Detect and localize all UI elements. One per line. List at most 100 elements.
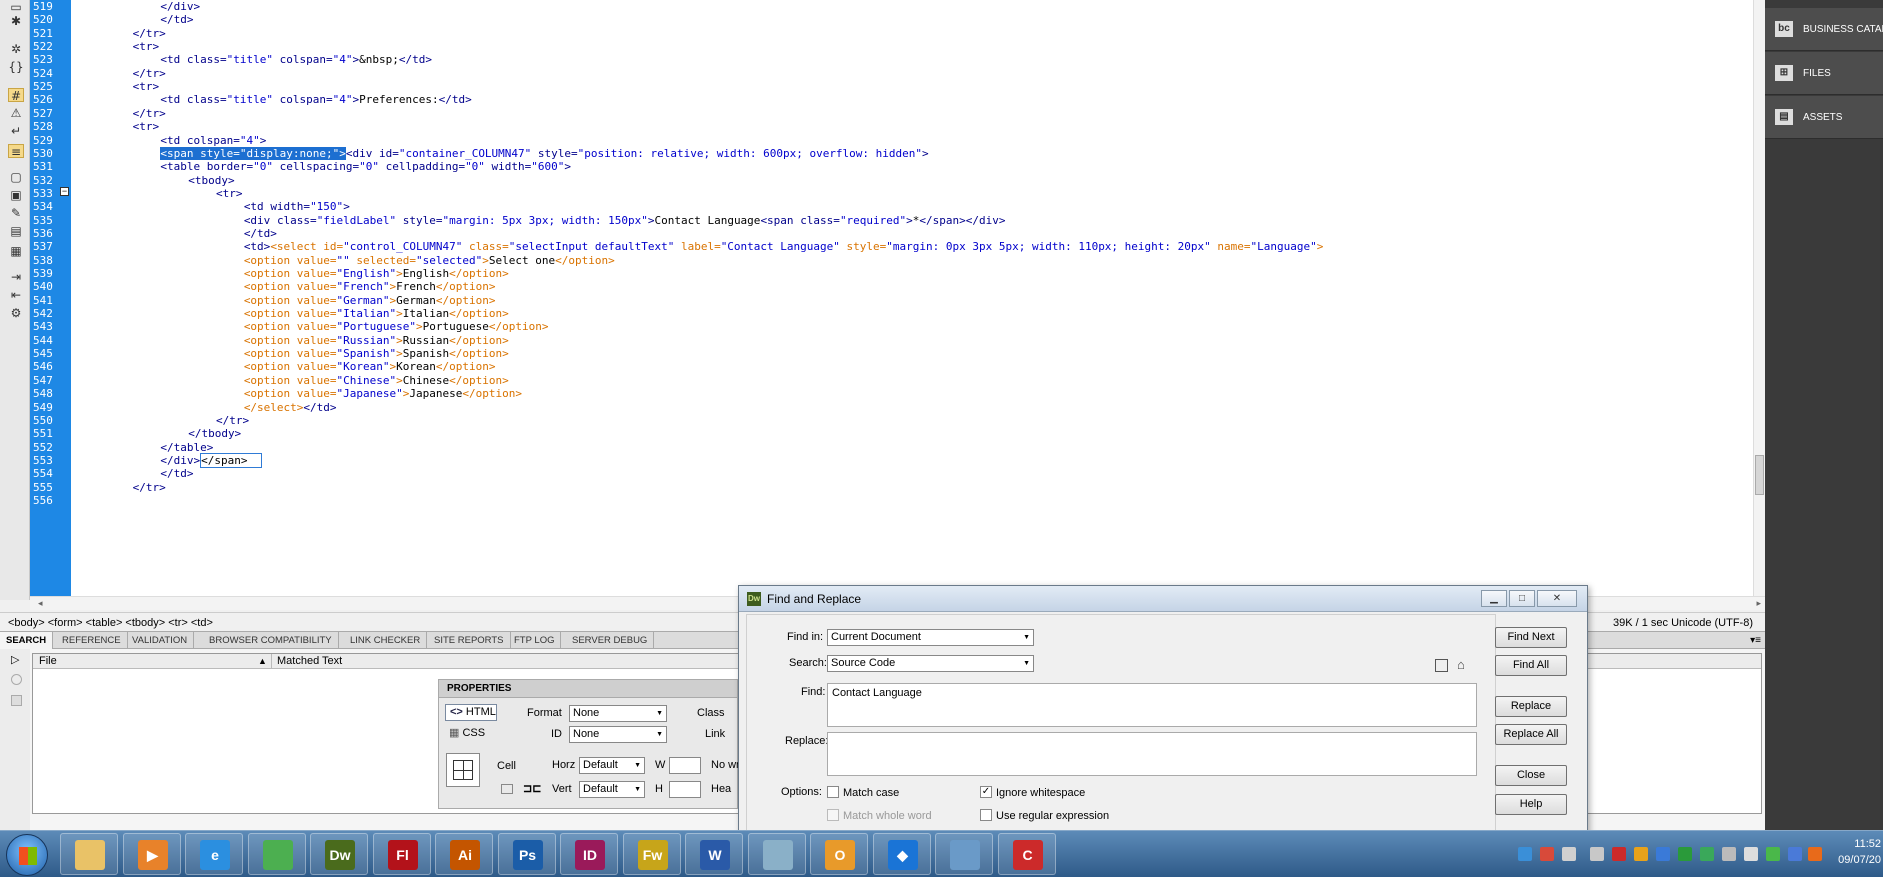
find-all-button[interactable]: Find All xyxy=(1495,655,1567,676)
volume-tray-icon[interactable] xyxy=(1744,847,1758,861)
taskbar-outlook[interactable]: O xyxy=(810,833,868,875)
code-line[interactable]: <tr> xyxy=(133,39,160,55)
remove-comment-icon[interactable]: ▣ xyxy=(8,188,24,202)
updates-tray-icon[interactable] xyxy=(1634,847,1648,861)
start-button[interactable] xyxy=(6,834,48,876)
security-tray-icon[interactable] xyxy=(1540,847,1554,861)
taskbar-network-app[interactable] xyxy=(935,833,993,875)
css-mode-button[interactable]: ▦ CSS xyxy=(449,726,485,739)
code-line[interactable]: <td class="title" colspan="4">&nbsp;</td… xyxy=(160,52,432,68)
collapse-icon[interactable]: ✱ xyxy=(8,14,24,28)
vert-select[interactable]: Default xyxy=(579,781,645,798)
taskbar-dreamweaver[interactable]: Dw xyxy=(310,833,368,875)
network-tray-icon[interactable] xyxy=(1518,847,1532,861)
vertical-scrollbar[interactable] xyxy=(1753,0,1765,596)
tab-search[interactable]: SEARCH xyxy=(0,632,54,649)
sync-tray-icon[interactable] xyxy=(1788,847,1802,861)
panel-menu-icon[interactable]: ▾≡ xyxy=(1750,632,1761,649)
taskbar-word[interactable]: W xyxy=(685,833,743,875)
display-tray-icon[interactable] xyxy=(1722,847,1736,861)
minimize-icon[interactable]: ▁ xyxy=(1481,590,1507,607)
help-button[interactable]: Help xyxy=(1495,794,1567,815)
code-line[interactable]: <tr> xyxy=(216,186,243,202)
dialog-titlebar[interactable]: Dw Find and Replace ▁ □ ✕ xyxy=(739,586,1587,612)
replace-all-button[interactable]: Replace All xyxy=(1495,724,1567,745)
chat-tray-icon[interactable] xyxy=(1678,847,1692,861)
column-matched-text[interactable]: Matched Text xyxy=(277,654,342,669)
find-next-button[interactable]: Find Next xyxy=(1495,627,1567,648)
word-wrap-icon[interactable]: ↵ xyxy=(8,124,24,138)
taskbar-explorer[interactable] xyxy=(60,833,118,875)
tag-path[interactable]: <body> <form> <table> <tbody> <tr> <td> xyxy=(8,617,213,629)
taskbar-files-app[interactable] xyxy=(747,833,806,875)
split-cells-icon[interactable]: ⊐⊏ xyxy=(523,782,541,795)
match-case-checkbox[interactable] xyxy=(827,786,839,798)
recent-snippets-icon[interactable]: ▤ xyxy=(8,224,24,238)
flag-tray-icon[interactable] xyxy=(1808,847,1822,861)
speaker-tray-icon[interactable] xyxy=(1590,847,1604,861)
taskbar-chrome[interactable] xyxy=(247,833,306,875)
column-file[interactable]: File xyxy=(39,654,57,669)
highlight-invalid-icon[interactable]: ⚠ xyxy=(8,106,24,120)
search-select[interactable]: Source Code xyxy=(827,655,1034,672)
replace-button[interactable]: Replace xyxy=(1495,696,1567,717)
match-whole-word-checkbox[interactable] xyxy=(827,809,839,821)
taskbar-ccleaner[interactable]: C xyxy=(997,833,1056,875)
taskbar-fireworks[interactable]: Fw xyxy=(622,833,681,875)
tab-ftp-log[interactable]: FTP LOG xyxy=(508,632,562,649)
scroll-left-icon[interactable]: ◂ xyxy=(38,598,43,609)
tab-server-debug[interactable]: SERVER DEBUG xyxy=(566,632,655,649)
wifi-tray-icon[interactable] xyxy=(1700,847,1714,861)
format-select[interactable]: None xyxy=(569,705,667,722)
taskbar-internet-explorer[interactable]: e xyxy=(185,833,243,875)
stop-icon[interactable] xyxy=(11,674,22,685)
taskbar-photoshop[interactable]: Ps xyxy=(497,833,556,875)
id-select[interactable]: None xyxy=(569,726,667,743)
usb-tray-icon[interactable] xyxy=(1562,847,1576,861)
maximize-icon[interactable]: □ xyxy=(1509,590,1535,607)
ccleaner-tray-icon[interactable] xyxy=(1612,847,1626,861)
cloud-tray-icon[interactable] xyxy=(1656,847,1670,861)
height-input[interactable] xyxy=(669,781,701,798)
taskbar-flash[interactable]: Fl xyxy=(372,833,431,875)
tab-site-reports[interactable]: SITE REPORTS xyxy=(428,632,511,649)
close-button[interactable]: Close xyxy=(1495,765,1567,786)
horz-select[interactable]: Default xyxy=(579,757,645,774)
files-panel-tab[interactable]: ⊞ FILES xyxy=(1765,52,1883,95)
wrap-tag-icon[interactable]: ✎ xyxy=(8,206,24,220)
system-clock[interactable]: 11:52 09/07/20 xyxy=(1831,836,1881,868)
code-view[interactable]: </div> </td> </tr> <tr> <td class="title" co… xyxy=(71,0,1753,596)
scroll-right-icon[interactable]: ▸ xyxy=(1756,598,1761,609)
indent-icon[interactable]: ⇥ xyxy=(8,270,24,284)
width-input[interactable] xyxy=(669,757,701,774)
taskbar-indesign[interactable]: ID xyxy=(560,833,618,875)
code-line[interactable]: <td class="title" colspan="4">Preference… xyxy=(160,92,471,108)
tab-reference[interactable]: REFERENCE xyxy=(56,632,128,649)
taskbar-media-player[interactable]: ▶ xyxy=(122,833,181,875)
format-source-icon[interactable]: ⚙ xyxy=(8,306,24,320)
expand-icon[interactable]: ✲ xyxy=(8,42,24,56)
fold-toggle-icon[interactable]: − xyxy=(60,187,69,196)
code-line[interactable]: <tr> xyxy=(133,79,160,95)
tab-browser-compatibility[interactable]: BROWSER COMPATIBILITY xyxy=(203,632,339,649)
close-icon[interactable]: ✕ xyxy=(1537,590,1577,607)
ignore-whitespace-checkbox[interactable]: ✓ xyxy=(980,786,992,798)
tab-link-checker[interactable]: LINK CHECKER xyxy=(344,632,428,649)
syntax-coloring-icon[interactable]: ≡ xyxy=(8,144,24,159)
line-numbers-icon[interactable]: # xyxy=(8,88,24,103)
business-catalyst-panel-tab[interactable]: bc BUSINESS CATAL xyxy=(1765,8,1883,51)
assets-panel-tab[interactable]: ▤ ASSETS xyxy=(1765,96,1883,139)
save-query-icon[interactable] xyxy=(1435,659,1448,672)
tab-validation[interactable]: VALIDATION xyxy=(126,632,195,649)
merge-cells-icon[interactable] xyxy=(501,784,513,794)
find-in-select[interactable]: Current Document xyxy=(827,629,1034,646)
battery-tray-icon[interactable] xyxy=(1766,847,1780,861)
find-textarea[interactable]: Contact Language xyxy=(827,683,1477,727)
code-line[interactable]: </tr> xyxy=(133,480,166,496)
outdent-icon[interactable]: ⇤ xyxy=(8,288,24,302)
save-report-icon[interactable] xyxy=(11,695,22,706)
taskbar-illustrator[interactable]: Ai xyxy=(435,833,493,875)
play-icon[interactable]: ▷ xyxy=(11,653,19,666)
code-line[interactable]: </select></td> xyxy=(244,400,337,416)
code-line[interactable]: <tr> xyxy=(133,119,160,135)
